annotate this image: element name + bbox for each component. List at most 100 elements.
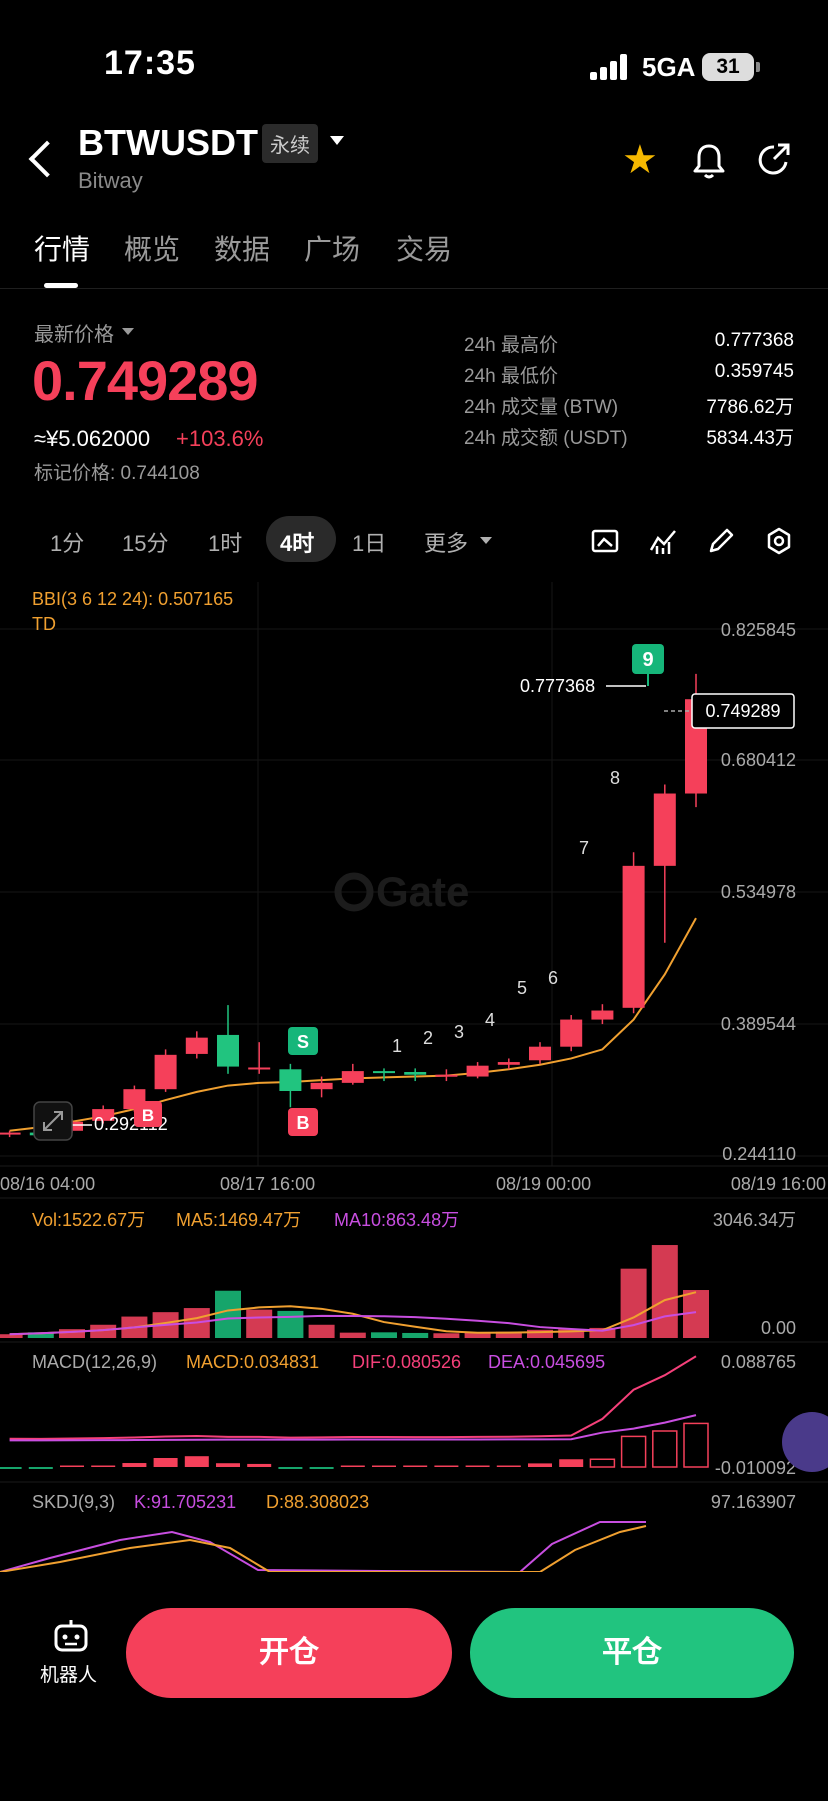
x-tick: 08/19 16:00 [731,1174,826,1194]
volume-zero: 0.00 [761,1318,796,1338]
stat-value: 7786.62万 [706,397,794,418]
volume-max: 3046.34万 [713,1210,796,1230]
timeframe-1d[interactable]: 1日 [352,526,386,558]
volume-label: Vol:1522.67万 [32,1210,145,1230]
robot-icon[interactable] [52,1618,90,1654]
signal-icon [590,54,630,80]
indicator-icon[interactable] [648,526,678,556]
x-tick: 08/17 16:00 [220,1174,315,1194]
tab-trade[interactable]: 交易 [396,228,452,268]
td-count: 6 [548,968,558,988]
timeframe-more[interactable]: 更多 [424,526,468,558]
buy-signal: B [142,1106,154,1125]
volume-bar [339,1332,366,1338]
macd-bar [434,1465,459,1467]
macd-bar [589,1458,616,1468]
tab-overview[interactable]: 概览 [124,228,180,268]
timeframe-1m[interactable]: 1分 [50,526,84,558]
high-price-label: 0.777368 [520,676,595,696]
timeframe-4h[interactable]: 4时 [280,526,314,558]
macd-bar [683,1422,709,1468]
change-percent: +103.6% [176,426,264,451]
back-icon[interactable] [28,140,66,178]
x-tick: 08/16 04:00 [0,1174,95,1194]
robot-label[interactable]: 机器人 [40,1660,97,1687]
battery-tip [756,62,760,72]
candle-body [341,1071,364,1083]
mark-price: 标记价格: 0.744108 [34,463,200,484]
y-tick: 0.825845 [721,620,796,640]
contract-type-badge: 永续 [262,124,318,163]
macd-bar [28,1467,53,1469]
price-chart[interactable]: Gate BBI(3 6 12 24): 0.507165 TD 0.82584… [0,582,828,1572]
symbol-title[interactable]: BTWUSDT [78,122,258,164]
candle-body [497,1062,520,1065]
macd-bar [528,1463,552,1467]
draw-icon[interactable] [706,526,736,556]
skdj-d-line [0,1525,647,1572]
volume-bar [215,1290,241,1338]
td-count: 8 [610,768,620,788]
candle-body [185,1037,208,1054]
macd-bar [372,1465,396,1467]
candle-body [0,1132,21,1135]
ma5-label: MA5:1469.47万 [176,1210,301,1230]
timeframe-1h[interactable]: 1时 [208,526,242,558]
bell-icon[interactable] [692,142,726,180]
tab-market[interactable]: 行情 [34,228,90,268]
chevron-down-icon[interactable] [122,328,134,335]
candle-body [373,1071,395,1074]
volume-bar [402,1332,429,1338]
chevron-down-icon[interactable] [480,537,492,544]
macd-bar [216,1463,240,1467]
macd-bar [340,1465,365,1467]
sell-signal: S [297,1032,309,1052]
dif-value: DIF:0.080526 [352,1352,461,1372]
macd-value: MACD:0.034831 [186,1352,319,1372]
divider [0,288,828,289]
network-type: 5GA [642,52,696,82]
battery-icon: 31 [702,53,754,81]
candle-body [279,1069,302,1091]
stat-value: 0.359745 [714,361,794,382]
tab-square[interactable]: 广场 [304,228,360,268]
macd-bar [153,1458,178,1467]
open-position-button[interactable]: 开仓 [126,1608,452,1698]
timeframe-15m[interactable]: 15分 [122,526,168,558]
volume-bar [371,1332,397,1338]
macd-bar [0,1467,22,1469]
macd-bar [465,1465,490,1467]
macd-bar [309,1467,334,1469]
settings-icon[interactable] [764,526,794,556]
skdj-k: K:91.705231 [134,1492,236,1512]
td-count: 5 [517,978,527,998]
candle-body [591,1010,614,1020]
chevron-down-icon[interactable] [330,136,344,145]
macd-bar [278,1467,303,1469]
tab-data[interactable]: 数据 [214,228,270,268]
stat-value: 5834.43万 [706,428,794,449]
macd-bar [60,1465,84,1467]
star-icon[interactable]: ★ [622,140,658,180]
current-price-tag-text: 0.749289 [705,701,780,721]
macd-bar [403,1465,428,1467]
close-position-button[interactable]: 平仓 [470,1608,794,1698]
share-icon[interactable] [756,142,792,178]
candle-body [217,1034,239,1067]
volume-bar [308,1324,335,1338]
symbol-name: Bitway [78,168,143,193]
y-tick: 0.389544 [721,1014,796,1034]
macd-bar [620,1435,647,1468]
buy-signal: B [297,1113,310,1133]
stat-label: 24h 最低价 [464,366,558,387]
candle-body [560,1019,583,1047]
candle-body [529,1046,551,1061]
macd-max: 0.088765 [721,1352,796,1372]
price-type-label[interactable]: 最新价格 [34,318,114,347]
dea-value: DEA:0.045695 [488,1352,605,1372]
stat-value: 0.777368 [714,330,794,351]
chart-type-icon[interactable] [590,526,620,556]
status-time: 17:35 [104,44,196,82]
macd-bar [184,1456,209,1467]
macd-bar [122,1463,147,1467]
